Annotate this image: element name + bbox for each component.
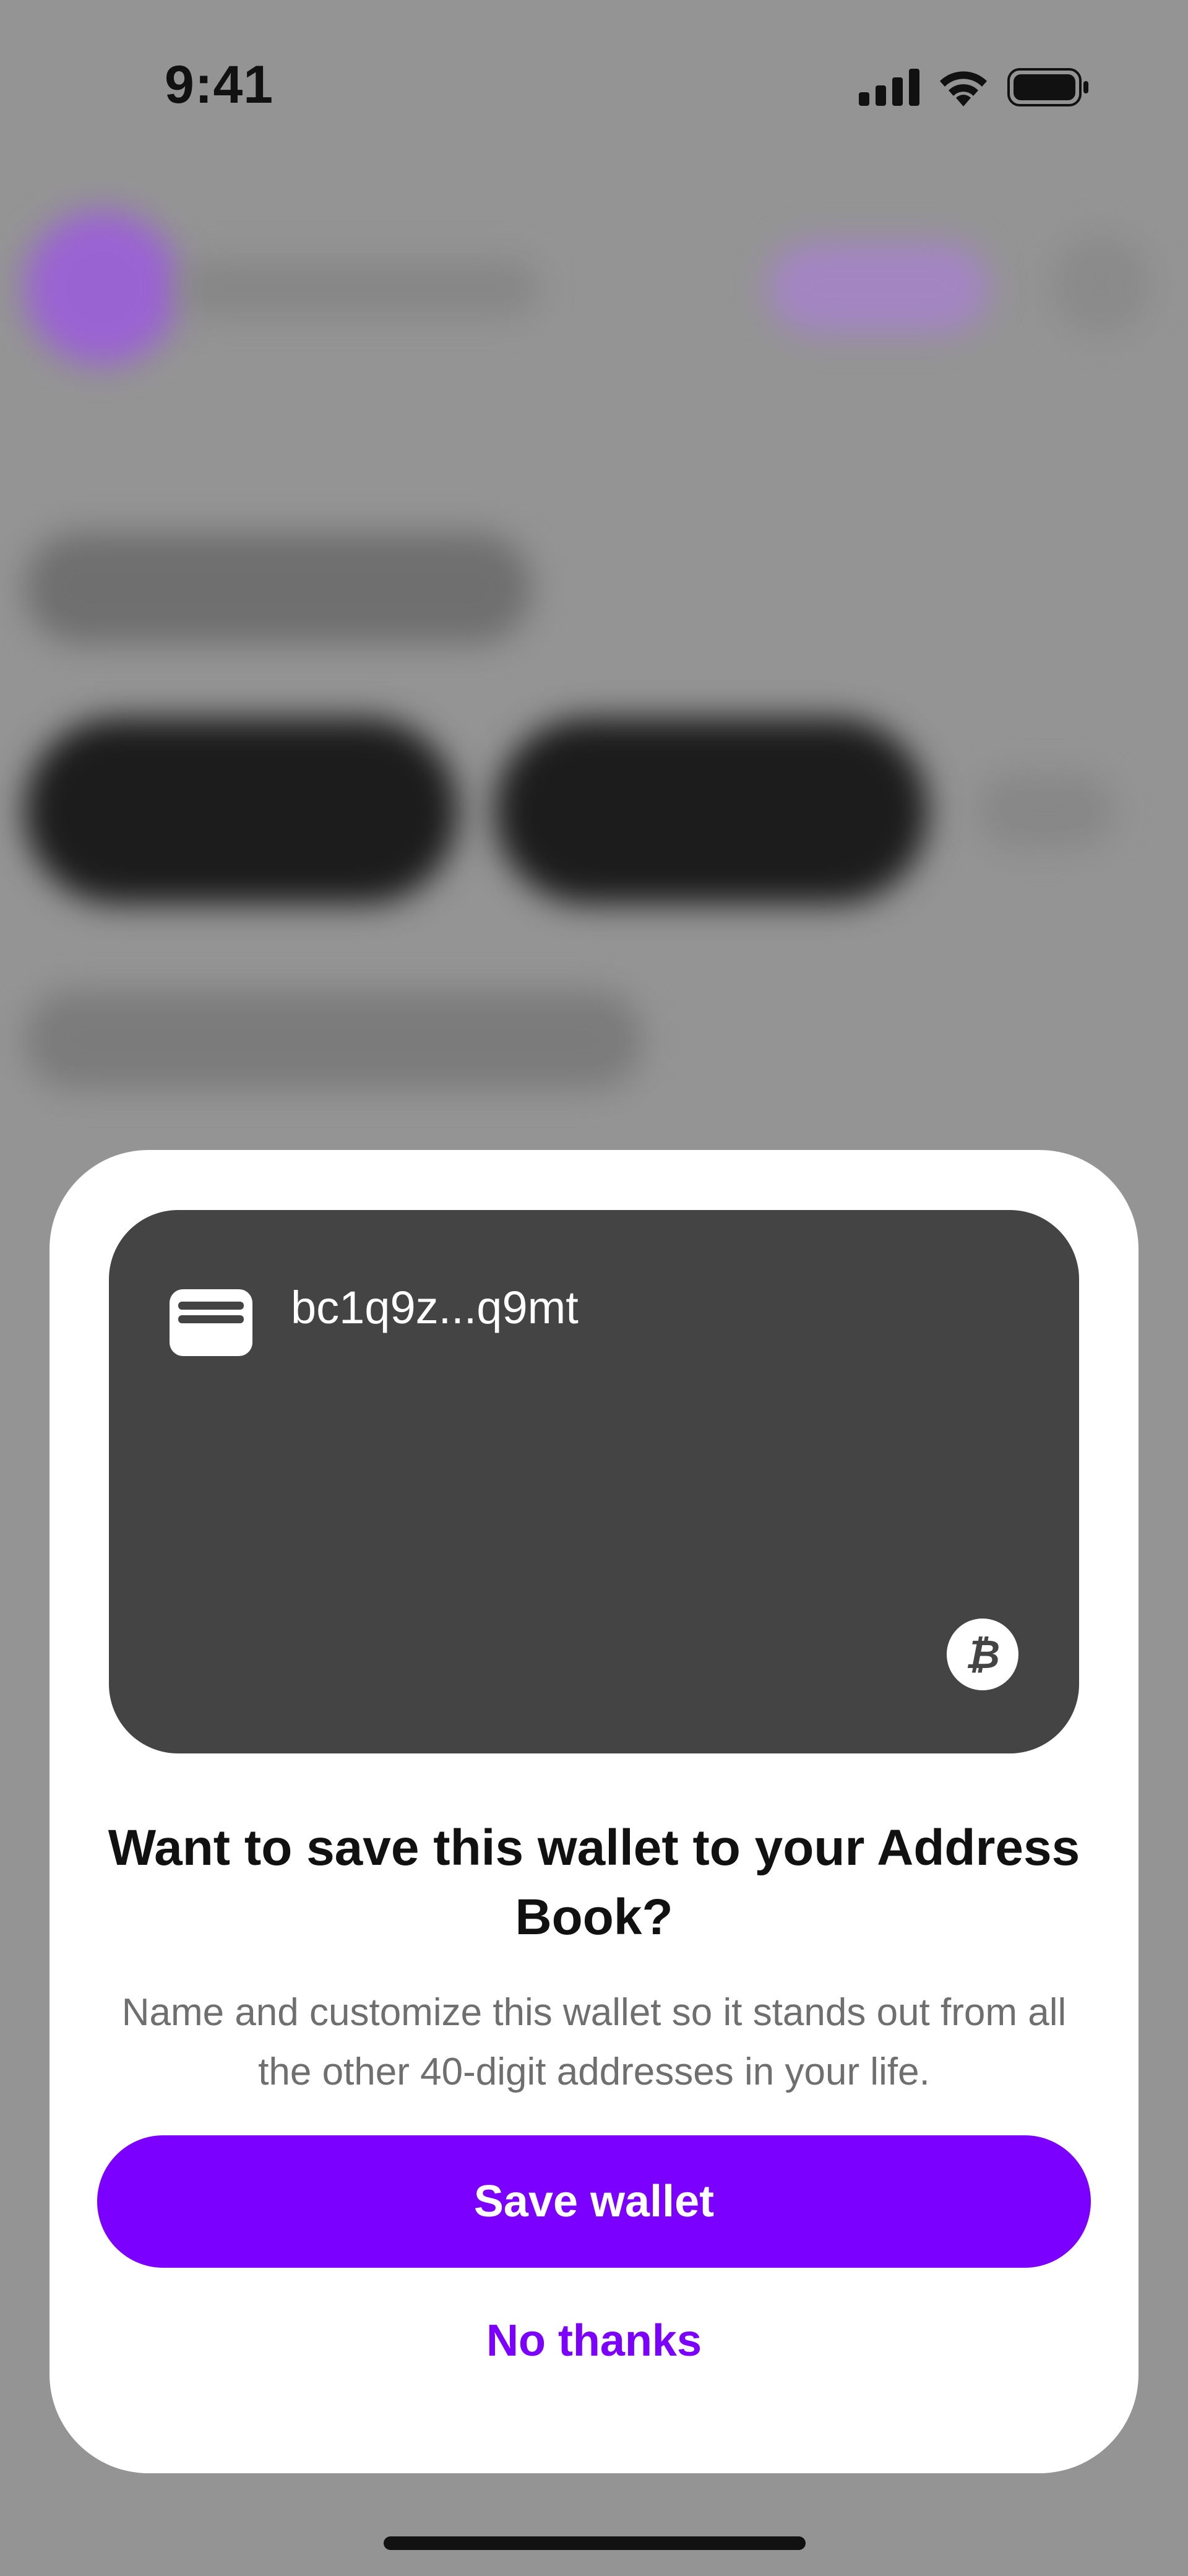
battery-icon bbox=[1007, 67, 1089, 110]
wifi-icon bbox=[937, 68, 990, 110]
blurred-balance-suffix bbox=[978, 774, 1114, 848]
blurred-balance-right bbox=[495, 718, 928, 904]
cellular-signal-icon bbox=[859, 68, 919, 109]
bitcoin-icon: ₿ bbox=[947, 1619, 1018, 1690]
save-wallet-sheet: bc1q9z...q9mt ₿ Want to save this wallet… bbox=[50, 1150, 1138, 2473]
status-icons bbox=[859, 67, 1089, 110]
blurred-label-text bbox=[25, 532, 532, 644]
blurred-header-pill bbox=[767, 241, 990, 334]
status-time: 9:41 bbox=[165, 55, 274, 115]
sheet-title: Want to save this wallet to your Address… bbox=[108, 1820, 1080, 1945]
wallet-card-icon bbox=[170, 1289, 252, 1356]
no-thanks-button[interactable]: No thanks bbox=[345, 2305, 843, 2377]
blurred-balance-left bbox=[25, 718, 458, 904]
blurred-header-text bbox=[179, 260, 538, 316]
bitcoin-symbol: ₿ bbox=[965, 1632, 1000, 1678]
save-wallet-button[interactable]: Save wallet bbox=[97, 2135, 1091, 2268]
home-indicator[interactable] bbox=[384, 2536, 806, 2550]
blurred-subtitle-text bbox=[25, 990, 644, 1089]
status-bar: 9:41 bbox=[0, 0, 1188, 161]
blurred-header-button bbox=[1052, 235, 1151, 334]
wallet-address: bc1q9z...q9mt bbox=[291, 1282, 579, 1333]
blurred-avatar bbox=[25, 210, 179, 365]
wallet-card: bc1q9z...q9mt ₿ bbox=[109, 1210, 1079, 1753]
sheet-description: Name and customize this wallet so it sta… bbox=[121, 1991, 1067, 2093]
